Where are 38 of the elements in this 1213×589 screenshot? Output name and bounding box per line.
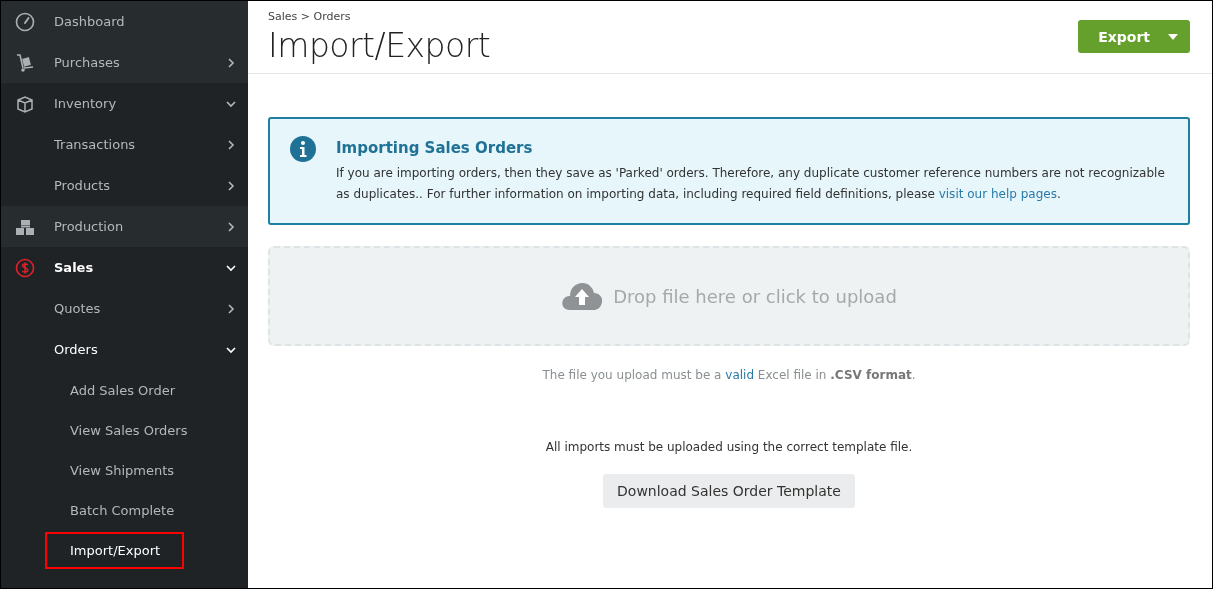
valid-link[interactable]: valid xyxy=(725,368,755,382)
gauge-icon xyxy=(15,11,35,32)
sidebar-item[interactable]: Add Sales Order xyxy=(45,371,199,409)
sidebar-item[interactable]: Inventory xyxy=(1,83,248,124)
sidebar-item[interactable]: Orders xyxy=(1,329,248,370)
chevron-down-icon xyxy=(226,262,236,273)
dollar-icon xyxy=(15,257,35,278)
sidebar-item[interactable]: View Sales Orders xyxy=(45,411,212,449)
sidebar-item[interactable]: Batch Complete xyxy=(45,491,199,529)
sidebar-item[interactable]: View Shipments xyxy=(45,451,199,489)
sidebar-item[interactable]: Purchases xyxy=(1,42,248,83)
chevron-right-icon xyxy=(226,303,236,314)
box-icon xyxy=(15,93,35,114)
cloud-upload-icon xyxy=(561,281,604,311)
chevron-right-icon xyxy=(226,221,236,232)
info-title: Importing Sales Orders xyxy=(336,139,534,157)
sidebar-item[interactable]: Dashboard xyxy=(1,1,248,42)
sidebar-item[interactable]: Import/Export xyxy=(45,531,185,569)
page-title: Import/Export xyxy=(268,26,491,65)
sidebar-item[interactable]: Transactions xyxy=(1,124,248,165)
chevron-down-icon xyxy=(226,98,236,109)
trolley-icon xyxy=(15,52,35,73)
template-note: All imports must be uploaded using the correct template file. xyxy=(544,440,914,454)
sidebar-item[interactable]: Products xyxy=(1,165,248,206)
file-format-note: The file you upload must be a valid Excel file in .CSV format. xyxy=(541,368,917,382)
chevron-down-icon xyxy=(226,344,236,355)
chevron-right-icon xyxy=(226,139,236,150)
chevron-right-icon xyxy=(226,180,236,191)
sidebar-item[interactable]: Quotes xyxy=(1,288,248,329)
info-text: If you are importing orders, then they save as 'Parked' orders. Therefore, any duplicate customer reference numbers are not recognizable as duplicates.. For further information on importing data, including required field definitions, please visit our help pages. xyxy=(336,165,1166,203)
info-icon xyxy=(290,136,316,162)
chevron-right-icon xyxy=(226,57,236,68)
breadcrumb: Sales > Orders xyxy=(268,10,352,23)
sidebar-item[interactable]: Production xyxy=(1,206,248,247)
caret-icon xyxy=(1168,33,1178,40)
sidebar-item[interactable]: Sales xyxy=(1,247,248,288)
download-template-button[interactable]: Download Sales Order Template xyxy=(603,474,855,508)
help-link[interactable]: visit our help pages xyxy=(938,187,1057,201)
